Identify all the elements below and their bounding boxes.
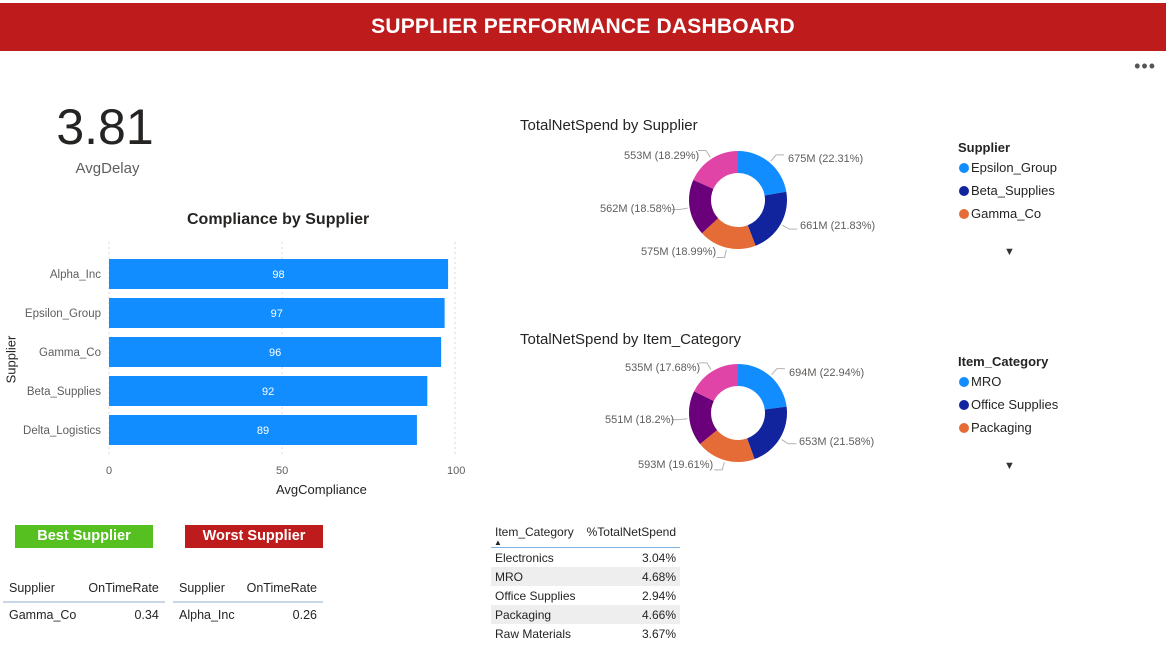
column-header-ontimerate[interactable]: OnTimeRate (240, 575, 324, 603)
table-row: Gamma_Co 0.34 (3, 602, 165, 627)
cell-supplier: Alpha_Inc (179, 608, 235, 622)
bar-category-label: Epsilon_Group (25, 308, 101, 320)
column-header-item-category[interactable]: Item_Category ▲ (491, 517, 581, 548)
category-legend-title: Item_Category (958, 354, 1049, 369)
bar-value-label: 92 (262, 386, 274, 398)
donut1-label-0: 675M (22.31%) (788, 153, 864, 165)
cell-ontimerate: 0.34 (134, 608, 159, 622)
bar-value-label: 96 (269, 347, 281, 359)
legend-item-epsilon-group[interactable]: Epsilon_Group (959, 160, 1057, 175)
donut1-label-1: 661M (21.83%) (800, 220, 876, 232)
table-row: Raw Materials 3.67% (491, 624, 680, 643)
donut-leader-line (771, 368, 785, 376)
cell-category: Raw Materials (495, 626, 572, 641)
legend-dot-icon (959, 376, 969, 387)
cell-ontimerate: 0.26 (292, 608, 318, 622)
table-row: Alpha_Inc 0.26 (173, 602, 323, 627)
bar-value-label: 89 (257, 425, 269, 437)
bar-value-label: 98 (272, 269, 284, 281)
legend-dot-icon (959, 185, 969, 196)
donut-leader-line (697, 149, 711, 158)
donut-leader-line (698, 362, 712, 370)
table-row: Office Supplies 2.94% (491, 586, 680, 605)
donut-leader-line (716, 249, 727, 258)
kpi-value: 3.81 (56, 99, 154, 155)
donut2-label-1: 653M (21.58%) (799, 436, 875, 448)
cell-category: MRO (491, 567, 581, 586)
cell-category: Office Supplies (495, 588, 576, 603)
x-tick-100: 100 (447, 465, 466, 477)
legend-scroll-down-icon[interactable]: ▼ (1004, 246, 1015, 258)
donut-slice[interactable] (738, 151, 787, 196)
legend-item-gamma-co[interactable]: Gamma_Co (959, 206, 1041, 221)
donut2-label-0: 694M (22.94%) (789, 367, 865, 379)
compliance-bar-chart: Alpha_Inc 98 Epsilon_Group 97 Gamma_Co 96 Beta… (23, 242, 456, 456)
donut-leader-line (781, 439, 797, 445)
legend-label: Beta_Supplies (971, 183, 1055, 198)
best-supplier-table: Supplier OnTimeRate Gamma_Co 0.34 (3, 575, 165, 627)
legend-dot-icon (959, 422, 969, 433)
worst-supplier-badge: Worst Supplier (185, 525, 323, 548)
donut2-label-3: 551M (18.2%) (605, 414, 675, 426)
donut-slice[interactable] (738, 364, 787, 410)
column-header-supplier[interactable]: Supplier (173, 575, 241, 603)
category-spend-table: Item_Category ▲ %TotalNetSpend Electroni… (491, 517, 680, 643)
legend-scroll-down-icon[interactable]: ▼ (1004, 460, 1015, 472)
x-tick-50: 50 (276, 465, 289, 477)
legend-label: Gamma_Co (971, 206, 1042, 221)
legend-dot-icon (959, 208, 969, 219)
table-row: Electronics 3.04% (491, 548, 680, 568)
worst-supplier-table: Supplier OnTimeRate Alpha_Inc 0.26 (173, 575, 324, 627)
cell-percent: 4.68% (580, 567, 680, 586)
kpi-label: AvgDelay (75, 160, 140, 177)
column-header-total-net-spend[interactable]: %TotalNetSpend (580, 517, 680, 548)
donut2-label-4: 535M (17.68%) (625, 362, 701, 374)
cell-percent: 2.94% (641, 588, 676, 603)
donut-leader-line (782, 224, 798, 230)
bar-category-label: Delta_Logistics (23, 425, 101, 437)
bar-category-label: Alpha_Inc (50, 269, 101, 281)
page-title: SUPPLIER PERFORMANCE DASHBOARD (371, 15, 795, 38)
legend-item-office-supplies[interactable]: Office Supplies (959, 397, 1058, 412)
column-header-label: Item_Category (495, 525, 574, 539)
legend-item-beta-supplies[interactable]: Beta_Supplies (959, 183, 1055, 198)
cell-percent: 4.66% (580, 605, 680, 624)
column-header-ontimerate[interactable]: OnTimeRate (82, 575, 165, 603)
donut2-label-2: 593M (19.61%) (638, 459, 714, 471)
legend-label: MRO (971, 374, 1002, 389)
legend-dot-icon (959, 399, 969, 410)
best-supplier-badge: Best Supplier (15, 525, 153, 548)
cell-percent: 3.67% (641, 626, 676, 641)
more-options-icon[interactable]: ••• (1134, 56, 1156, 77)
compliance-x-label: AvgCompliance (276, 482, 367, 497)
x-tick-0: 0 (106, 465, 113, 477)
bar-value-label: 97 (271, 308, 283, 320)
cell-supplier: Gamma_Co (9, 608, 77, 622)
legend-label: Epsilon_Group (971, 160, 1057, 175)
table-row: MRO 4.68% (491, 567, 680, 586)
donut-slice[interactable] (747, 191, 787, 246)
column-header-supplier[interactable]: Supplier (3, 575, 83, 603)
header-bar: SUPPLIER PERFORMANCE DASHBOARD (0, 3, 1166, 51)
donut1-label-2: 575M (18.99%) (641, 246, 717, 258)
donut1-label-3: 562M (18.58%) (600, 203, 676, 215)
sort-ascending-icon[interactable]: ▲ (494, 538, 502, 547)
cell-percent: 3.04% (641, 550, 676, 565)
bar-category-label: Beta_Supplies (27, 386, 101, 398)
legend-label: Packaging (971, 420, 1032, 435)
legend-label: Office Supplies (971, 397, 1059, 412)
compliance-chart-title: Compliance by Supplier (187, 211, 370, 228)
legend-item-packaging[interactable]: Packaging (959, 420, 1032, 435)
supplier-legend-title: Supplier (958, 140, 1011, 155)
cell-category: Electronics (495, 550, 554, 565)
cell-category: Packaging (491, 605, 581, 624)
table-row: Packaging 4.66% (491, 605, 680, 624)
bar-category-label: Gamma_Co (39, 347, 101, 359)
legend-dot-icon (959, 162, 969, 173)
donut1-label-4: 553M (18.29%) (624, 150, 700, 162)
donut-leader-line (714, 462, 725, 471)
donut-leader-line (770, 154, 785, 162)
donut-slice[interactable] (747, 406, 787, 460)
legend-item-mro[interactable]: MRO (959, 374, 1001, 389)
